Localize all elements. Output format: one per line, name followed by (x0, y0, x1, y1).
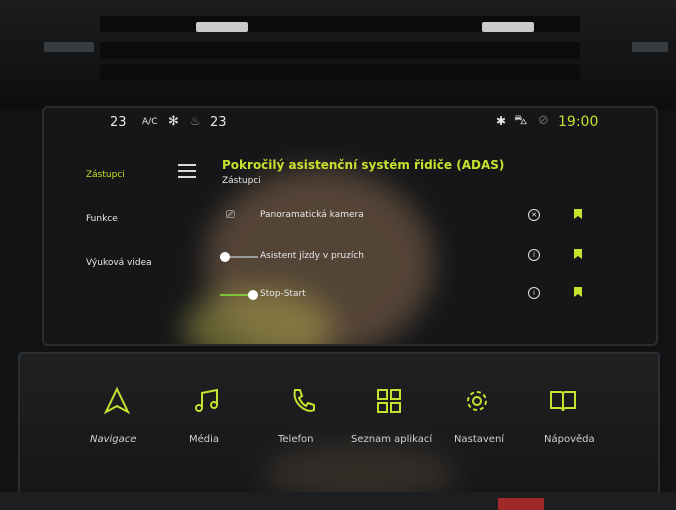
car-icon: ⛍ (514, 113, 528, 128)
status-bar: 23 A/C ✻ ♨ 23 ✱ ⛍ ⊘ 19:00 (44, 108, 656, 136)
row-label[interactable]: Asistent jízdy v pruzích (260, 251, 364, 261)
toggle-switch[interactable] (220, 290, 258, 300)
temperature-left[interactable]: 23 (110, 115, 127, 130)
clock: 19:00 (558, 114, 599, 130)
sidebar-item-funkce[interactable]: Funkce (86, 214, 118, 224)
toggle-switch[interactable] (220, 252, 258, 262)
row-label[interactable]: Panoramatická kamera (260, 210, 364, 220)
apps-icon[interactable] (374, 386, 404, 416)
phone-icon[interactable] (288, 386, 318, 416)
book-icon[interactable] (548, 386, 578, 416)
nav-label-media[interactable]: Média (189, 434, 219, 445)
nav-label-seznam-aplikaci[interactable]: Seznam aplikací (351, 434, 432, 445)
bottom-touch-bar: Navigace Média Telefon Seznam aplikací N… (18, 352, 660, 496)
bookmark-icon[interactable] (574, 287, 582, 297)
gear-icon[interactable] (462, 386, 492, 416)
seat-heat-icon[interactable]: ♨ (190, 114, 201, 128)
temperature-right[interactable]: 23 (210, 115, 227, 130)
info-icon[interactable]: i (528, 249, 540, 261)
sidebar-item-vyukova-videa[interactable]: Výuková videa (86, 258, 152, 268)
vent-light (44, 42, 94, 52)
vent-knob (196, 22, 248, 32)
nav-label-nastaveni[interactable]: Nastavení (454, 434, 504, 445)
bookmark-icon[interactable] (574, 249, 582, 259)
info-icon[interactable]: i (528, 287, 540, 299)
notification-icon: ⊘ (538, 113, 549, 128)
dashboard-vents (0, 0, 676, 110)
fan-icon[interactable]: ✻ (168, 114, 179, 129)
dashboard-bottom (0, 492, 676, 510)
page-title: Pokročilý asistenční systém řidiče (ADAS… (222, 158, 505, 172)
row-label[interactable]: Stop-Start (260, 289, 306, 299)
navigation-icon[interactable] (102, 386, 132, 416)
air-vent (100, 42, 580, 58)
music-icon[interactable] (193, 386, 223, 416)
hazard-button[interactable] (498, 498, 544, 510)
bluetooth-icon: ✱ (496, 114, 507, 128)
nav-label-navigace[interactable]: Navigace (90, 434, 136, 445)
info-icon[interactable]: ✕ (528, 209, 540, 221)
nav-label-napoveda[interactable]: Nápověda (544, 434, 595, 445)
air-vent (100, 64, 580, 80)
bookmark-icon[interactable] (574, 209, 582, 219)
sidebar-item-zastupci[interactable]: Zástupci (86, 170, 125, 180)
camera-icon: ⎚ (226, 208, 235, 221)
reflection (260, 444, 460, 494)
vent-light (632, 42, 668, 52)
vent-knob (482, 22, 534, 32)
page-subtitle: Zástupci (222, 176, 261, 186)
nav-label-telefon[interactable]: Telefon (278, 434, 313, 445)
infotainment-screen: 23 A/C ✻ ♨ 23 ✱ ⛍ ⊘ 19:00 Zástupci Funkc… (42, 106, 658, 346)
menu-icon[interactable] (178, 164, 196, 182)
ac-label[interactable]: A/C (142, 117, 157, 127)
